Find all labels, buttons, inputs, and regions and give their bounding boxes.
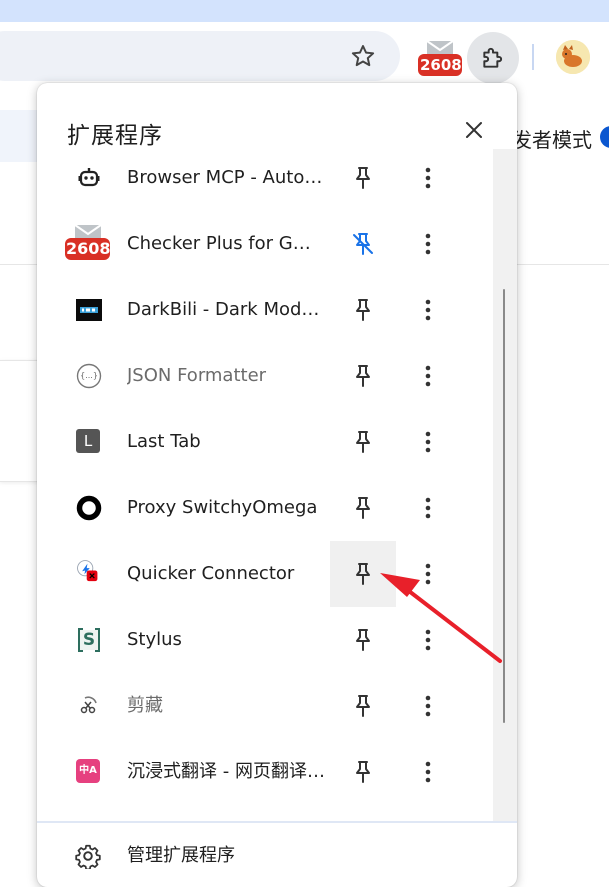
- extension-row-checker-plus[interactable]: 2608 Checker Plus for Gmail™: [37, 211, 493, 277]
- extension-row-darkbili[interactable]: DarkBili - Dark Mode for Bilibili: [37, 277, 493, 343]
- json-formatter-glyph: {...}: [80, 371, 98, 380]
- extension-row-switchyomega[interactable]: Proxy SwitchyOmega: [37, 475, 493, 541]
- pin-button[interactable]: [330, 145, 396, 211]
- more-options-button[interactable]: [412, 224, 444, 264]
- last-tab-icon: L: [76, 429, 100, 453]
- robot-icon: [76, 165, 102, 191]
- more-options-button[interactable]: [412, 422, 444, 462]
- more-vert-icon: [425, 563, 431, 585]
- extension-name: 剪藏: [127, 695, 163, 716]
- checker-plus-toolbar-icon[interactable]: 2608: [417, 38, 463, 80]
- pin-button[interactable]: [330, 607, 396, 673]
- unpin-button[interactable]: [330, 211, 396, 277]
- more-options-button[interactable]: [412, 686, 444, 726]
- immersive-translate-icon: 中A: [76, 759, 100, 783]
- toolbar-divider: [532, 44, 534, 70]
- address-bar[interactable]: [0, 31, 400, 81]
- pin-icon: [356, 431, 370, 453]
- pin-icon: [356, 497, 370, 519]
- developer-mode-label: 发者模式: [512, 128, 592, 152]
- profile-avatar[interactable]: [556, 40, 590, 74]
- pin-icon: [356, 761, 370, 783]
- extension-row-browser-mcp[interactable]: Browser MCP - Automate your browser usin…: [37, 145, 493, 211]
- extension-name: Stylus: [127, 629, 182, 650]
- manage-extensions-link[interactable]: 管理扩展程序: [37, 823, 517, 887]
- pin-icon: [356, 167, 370, 189]
- more-options-button[interactable]: [412, 488, 444, 528]
- extension-row-json-formatter[interactable]: {...} JSON Formatter: [37, 343, 493, 409]
- extension-name: Checker Plus for Gmail™: [127, 233, 327, 254]
- darkbili-icon: [76, 297, 102, 323]
- more-vert-icon: [425, 365, 431, 387]
- json-formatter-icon: {...}: [76, 363, 102, 389]
- pin-icon: [356, 299, 370, 321]
- pin-button[interactable]: [330, 343, 396, 409]
- title-bar: [0, 0, 609, 22]
- more-vert-icon: [425, 233, 431, 255]
- browser-toolbar: 2608: [0, 22, 609, 92]
- extension-row-quicker-connector[interactable]: Quicker Connector: [37, 541, 493, 607]
- stylus-glyph: S: [82, 630, 96, 650]
- pinned-icon: [353, 233, 373, 255]
- extension-name: JSON Formatter: [127, 365, 267, 386]
- more-vert-icon: [425, 167, 431, 189]
- extension-name: Proxy SwitchyOmega: [127, 497, 318, 518]
- more-vert-icon: [425, 629, 431, 651]
- pin-icon: [356, 695, 370, 717]
- developer-mode-toggle[interactable]: [600, 126, 609, 148]
- more-options-button[interactable]: [412, 752, 444, 792]
- checker-plus-badge: 2608: [66, 239, 111, 258]
- star-icon[interactable]: [349, 42, 377, 70]
- pin-button[interactable]: [330, 475, 396, 541]
- pin-icon: [356, 629, 370, 651]
- puzzle-icon: [483, 47, 503, 68]
- extension-name: 沉浸式翻译 - 网页翻译插件 | PDF 翻译 | 免费: [127, 761, 327, 782]
- checker-plus-badge: 2608: [420, 56, 462, 74]
- pin-button[interactable]: [330, 541, 396, 607]
- immersive-translate-glyph: 中A: [79, 765, 97, 776]
- more-options-button[interactable]: [412, 620, 444, 660]
- more-vert-icon: [425, 761, 431, 783]
- more-options-button[interactable]: [412, 158, 444, 198]
- extension-row-immersive-translate[interactable]: 中A 沉浸式翻译 - 网页翻译插件 | PDF 翻译 | 免费: [37, 739, 493, 805]
- more-options-button[interactable]: [412, 290, 444, 330]
- pin-button[interactable]: [330, 739, 396, 805]
- pin-button[interactable]: [330, 277, 396, 343]
- close-icon: [466, 122, 482, 138]
- pin-button[interactable]: [330, 409, 396, 475]
- extension-name: Last Tab: [127, 431, 201, 452]
- extensions-popup: 扩展程序 Browser MCP - Automate your browser…: [37, 83, 517, 887]
- extensions-list: Browser MCP - Automate your browser usin…: [37, 145, 493, 821]
- pin-icon: [356, 563, 370, 585]
- extension-row-last-tab[interactable]: L Last Tab: [37, 409, 493, 475]
- extension-row-stylus[interactable]: S Stylus: [37, 607, 493, 673]
- close-button[interactable]: [460, 116, 488, 144]
- manage-extensions-label: 管理扩展程序: [127, 845, 235, 866]
- extension-name: Quicker Connector: [127, 563, 295, 584]
- more-vert-icon: [425, 431, 431, 453]
- pin-button[interactable]: [330, 673, 396, 739]
- switchyomega-icon: [76, 495, 102, 521]
- more-vert-icon: [425, 299, 431, 321]
- clip-icon: [76, 693, 102, 719]
- more-options-button[interactable]: [412, 554, 444, 594]
- extension-name: Browser MCP - Automate your browser usin…: [127, 167, 327, 188]
- stylus-icon: S: [76, 627, 102, 653]
- scrollbar-thumb[interactable]: [503, 289, 505, 723]
- extension-name: DarkBili - Dark Mode for Bilibili: [127, 299, 327, 320]
- last-tab-glyph: L: [83, 432, 93, 450]
- checker-plus-icon: 2608: [65, 223, 111, 263]
- more-vert-icon: [425, 695, 431, 717]
- more-vert-icon: [425, 497, 431, 519]
- scrollbar-track[interactable]: [493, 149, 517, 821]
- extensions-button[interactable]: [467, 32, 519, 84]
- quicker-icon: [76, 559, 102, 585]
- more-options-button[interactable]: [412, 356, 444, 396]
- extension-row-clip[interactable]: 剪藏: [37, 673, 493, 739]
- gear-icon: [75, 844, 101, 869]
- pin-icon: [356, 365, 370, 387]
